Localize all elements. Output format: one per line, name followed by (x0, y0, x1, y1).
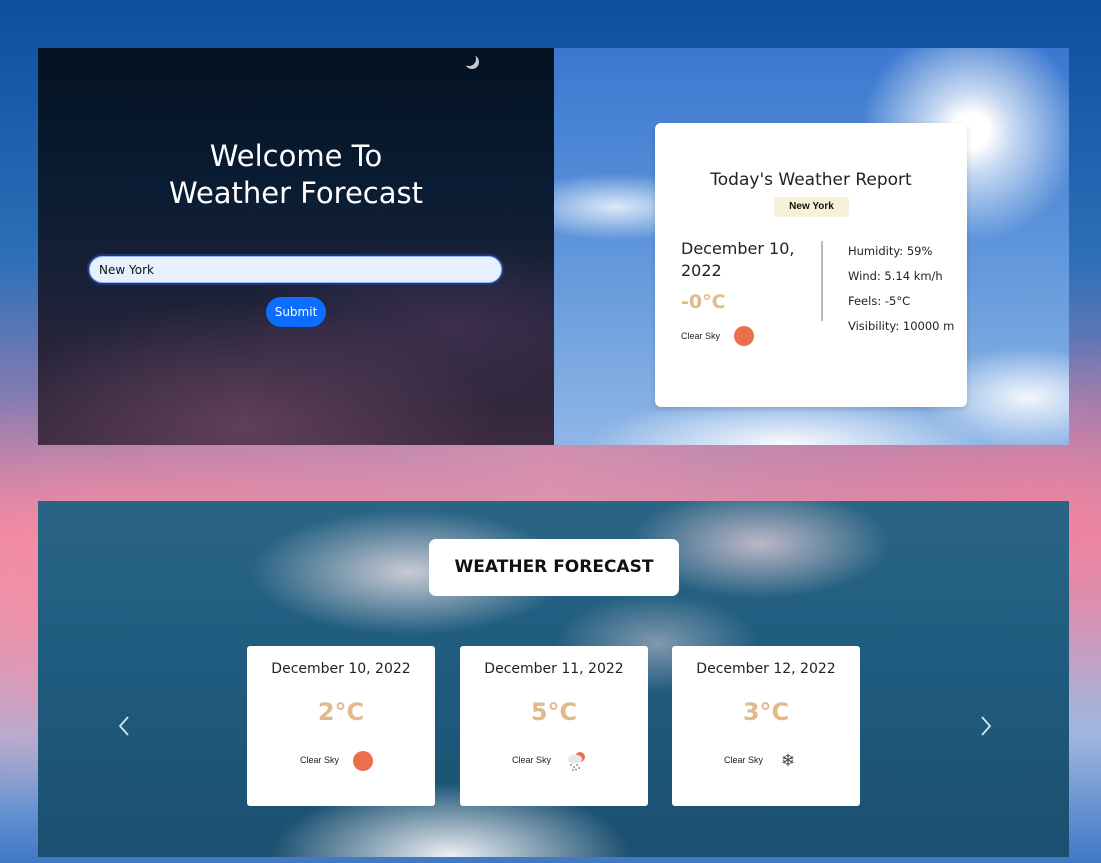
report-date: December 10, 2022 (681, 238, 811, 282)
report-condition: Clear Sky (681, 331, 721, 341)
snow-rain-icon (568, 752, 585, 771)
chevron-right-icon (981, 716, 992, 736)
forecast-date: December 11, 2022 (484, 661, 624, 677)
chevron-left-icon (118, 716, 129, 736)
report-title: Today's Weather Report (710, 170, 912, 190)
carousel-prev-button[interactable] (115, 714, 135, 738)
search-panel: Welcome To Weather Forecast Submit (38, 48, 554, 445)
forecast-section: WEATHER FORECAST December 10, 2022 2°C C… (38, 501, 1069, 857)
forecast-date: December 12, 2022 (696, 661, 836, 677)
forecast-condition: Clear Sky (512, 755, 552, 765)
forecast-card: December 12, 2022 3°C Clear Sky ❄ (672, 646, 860, 806)
sun-icon (734, 326, 754, 346)
wind-stat: Wind: 5.14 km/h (848, 269, 943, 283)
forecast-card: December 11, 2022 5°C Clear Sky (460, 646, 648, 806)
welcome-line-2: Weather Forecast (168, 176, 424, 210)
forecast-temperature: 3°C (742, 698, 790, 726)
forecast-card: December 10, 2022 2°C Clear Sky (247, 646, 435, 806)
city-search-input[interactable] (87, 254, 504, 285)
weather-report-card: Today's Weather Report New York December… (655, 123, 967, 407)
welcome-line-1: Welcome To (209, 139, 383, 173)
snowflake-icon: ❄ (780, 751, 796, 770)
forecast-temperature: 2°C (317, 698, 365, 726)
feels-stat: Feels: -5°C (848, 294, 911, 308)
report-date-line-1: December 10, (681, 239, 795, 258)
welcome-title: Welcome To Weather Forecast (38, 138, 554, 212)
submit-button[interactable]: Submit (266, 297, 326, 327)
humidity-stat: Humidity: 59% (848, 244, 933, 258)
moon-icon (462, 52, 476, 66)
report-panel: Today's Weather Report New York December… (554, 48, 1069, 445)
report-stats: Humidity: 59% Wind: 5.14 km/h Feels: -5°… (848, 239, 960, 336)
sun-icon (353, 751, 373, 771)
report-temperature: -0°C (681, 291, 726, 313)
hero-section: Welcome To Weather Forecast Submit Today… (38, 48, 1069, 445)
city-badge: New York (774, 197, 849, 217)
report-divider (821, 241, 823, 321)
report-date-line-2: 2022 (681, 261, 722, 280)
forecast-condition: Clear Sky (300, 755, 340, 765)
visibility-stat: Visibility: 10000 m (848, 319, 955, 333)
forecast-heading: WEATHER FORECAST (429, 539, 679, 596)
forecast-temperature: 5°C (530, 698, 578, 726)
carousel-next-button[interactable] (975, 714, 995, 738)
forecast-condition: Clear Sky (724, 755, 764, 765)
forecast-date: December 10, 2022 (271, 661, 411, 677)
